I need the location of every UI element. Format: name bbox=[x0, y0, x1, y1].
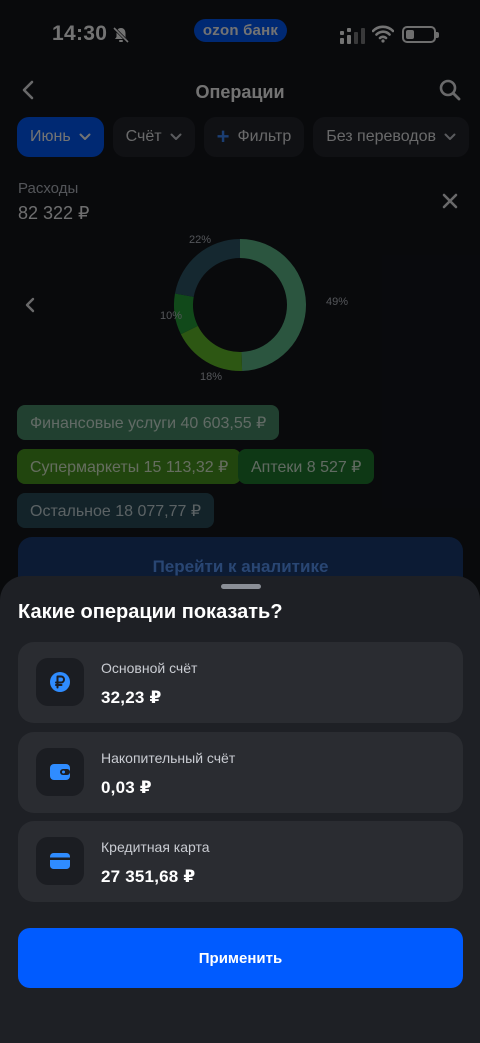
filter-month-chip[interactable]: Июнь bbox=[17, 117, 104, 157]
filter-no-transfers-chip[interactable]: Без переводов bbox=[313, 117, 470, 157]
filter-account-chip[interactable]: Счёт bbox=[112, 117, 195, 157]
filter-chips: Июнь Счёт + Фильтр Без переводов bbox=[17, 117, 470, 157]
donut-percent-label: 18% bbox=[200, 371, 222, 383]
account-icon-box bbox=[36, 658, 84, 706]
status-time: 14:30 bbox=[52, 22, 108, 45]
legend-supermarkets[interactable]: Супермаркеты 15 113,32 ₽ bbox=[17, 449, 242, 484]
signal-icon bbox=[340, 28, 365, 44]
wallet-icon bbox=[50, 764, 70, 780]
account-icon-box bbox=[36, 837, 84, 885]
legend-finance[interactable]: Финансовые услуги 40 603,55 ₽ bbox=[17, 405, 280, 440]
legend-pharmacies[interactable]: Аптеки 8 527 ₽ bbox=[238, 449, 375, 484]
expenses-value: 82 322 ₽ bbox=[18, 203, 90, 223]
chevron-left-icon[interactable] bbox=[24, 297, 36, 313]
account-name: Кредитная карта bbox=[101, 839, 210, 855]
slice-other[interactable] bbox=[175, 239, 240, 297]
sheet-title: Какие операции показать? bbox=[18, 601, 283, 623]
filter-add-chip[interactable]: + Фильтр bbox=[203, 117, 305, 157]
filter-chip-label: Счёт bbox=[125, 128, 162, 145]
donut-percent-label: 10% bbox=[160, 310, 182, 322]
chevron-down-icon bbox=[444, 133, 456, 140]
filter-chip-label: Июнь bbox=[30, 128, 71, 145]
account-card-credit[interactable]: Кредитная карта 27 351,68 ₽ bbox=[18, 821, 463, 902]
chevron-down-icon bbox=[79, 133, 91, 140]
close-icon[interactable] bbox=[441, 192, 459, 210]
account-amount: 0,03 ₽ bbox=[101, 778, 152, 797]
account-card-savings[interactable]: Накопительный счёт 0,03 ₽ bbox=[18, 732, 463, 813]
account-amount: 32,23 ₽ bbox=[101, 688, 162, 707]
slice-finance[interactable] bbox=[240, 239, 307, 371]
account-name: Основной счёт bbox=[101, 660, 198, 676]
expenses-donut-chart: 49% 18% 10% 22% bbox=[160, 234, 348, 383]
donut-percent-label: 49% bbox=[326, 296, 348, 308]
credit-card-icon bbox=[50, 853, 70, 869]
battery-icon bbox=[402, 26, 439, 43]
plus-icon: + bbox=[216, 124, 230, 149]
slice-supermarkets[interactable] bbox=[180, 325, 243, 371]
filter-chip-label: Фильтр bbox=[237, 128, 292, 145]
account-name: Накопительный счёт bbox=[101, 750, 236, 766]
status-bar: 14:30 ozon банк bbox=[0, 0, 480, 66]
filter-chip-label: Без переводов bbox=[326, 128, 437, 145]
donut-percent-label: 22% bbox=[189, 234, 211, 246]
chevron-down-icon bbox=[170, 133, 182, 140]
expenses-label: Расходы bbox=[18, 180, 79, 197]
bell-off-icon bbox=[112, 26, 130, 44]
ruble-icon bbox=[50, 672, 70, 692]
account-icon-box bbox=[36, 748, 84, 796]
legend-other[interactable]: Остальное 18 077,77 ₽ bbox=[17, 493, 215, 528]
page-title: Операции bbox=[195, 82, 285, 102]
account-select-sheet: Какие операции показать? Основной счёт 3… bbox=[0, 576, 480, 1043]
sheet-drag-handle[interactable] bbox=[221, 584, 261, 589]
wifi-icon bbox=[372, 25, 394, 43]
account-card-main[interactable]: Основной счёт 32,23 ₽ bbox=[18, 642, 463, 723]
ozon-bank-pill: ozon банк bbox=[194, 19, 287, 42]
account-amount: 27 351,68 ₽ bbox=[101, 867, 196, 886]
nav-bar: Операции bbox=[0, 70, 480, 112]
search-icon[interactable] bbox=[438, 78, 462, 102]
apply-button[interactable]: Применить bbox=[18, 928, 463, 988]
